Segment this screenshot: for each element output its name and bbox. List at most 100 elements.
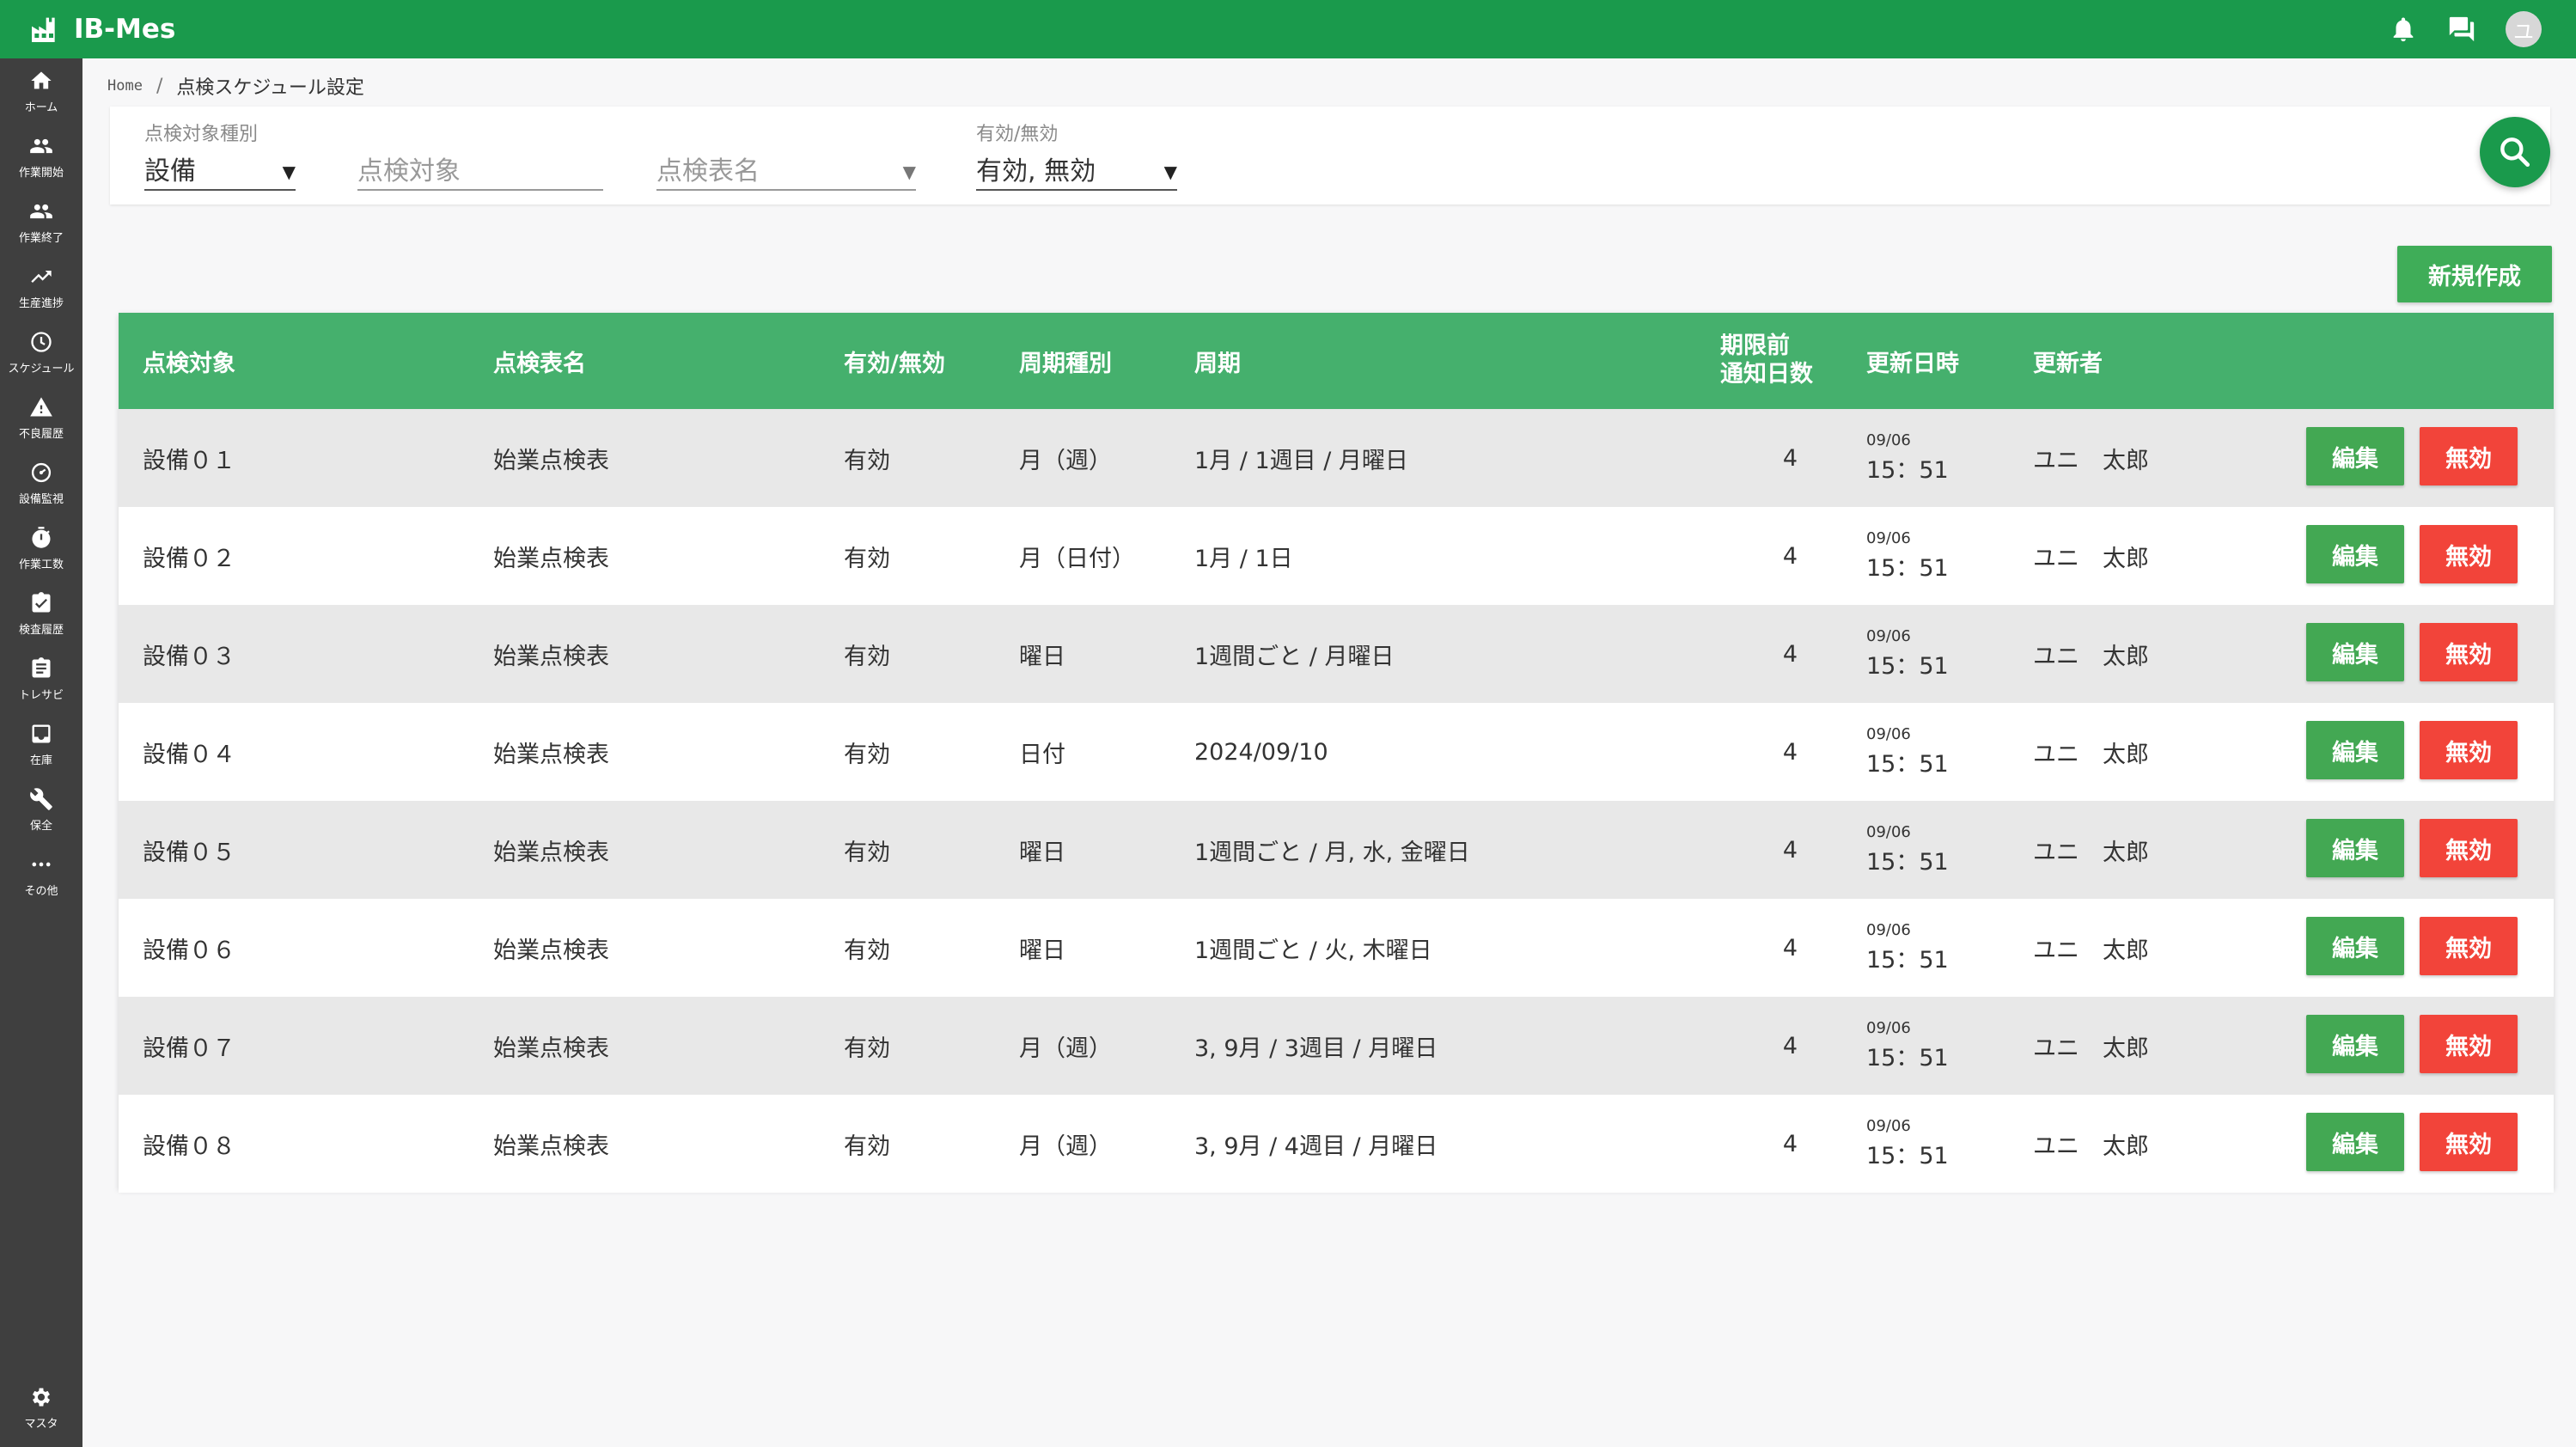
sidebar-item-inspection-history[interactable]: 検査履歴 bbox=[0, 581, 82, 646]
stopwatch-icon bbox=[32, 526, 51, 548]
sidebar-item-other[interactable]: その他 bbox=[0, 842, 82, 907]
invalidate-button[interactable]: 無効 bbox=[2420, 721, 2518, 779]
app-logo[interactable]: IB-Mes bbox=[27, 12, 175, 46]
invalidate-button[interactable]: 無効 bbox=[2420, 917, 2518, 975]
target-input[interactable]: 点検対象 bbox=[357, 107, 603, 205]
cell-notice-days: 4 bbox=[1782, 738, 1798, 766]
cell-notice-days: 4 bbox=[1782, 640, 1798, 668]
sidebar-item-inventory[interactable]: 在庫 bbox=[0, 711, 82, 777]
invalidate-button[interactable]: 無効 bbox=[2420, 819, 2518, 877]
table-row: 設備０１ 始業点検表 有効 月（週） 1月 / 1週目 / 月曜日 4 09/06 15：51… bbox=[119, 409, 2554, 507]
invalidate-button[interactable]: 無効 bbox=[2420, 525, 2518, 583]
invalidate-button[interactable]: 無効 bbox=[2420, 623, 2518, 681]
invalidate-button[interactable]: 無効 bbox=[2420, 1015, 2518, 1073]
edit-button[interactable]: 編集 bbox=[2306, 1113, 2404, 1171]
sidebar-item-maintenance[interactable]: 保全 bbox=[0, 777, 82, 842]
cell-notice-days: 4 bbox=[1782, 444, 1798, 472]
table-header: 点検対象 点検表名 有効/無効 周期種別 周期 期限前 通知日数 更新日時 更新… bbox=[119, 313, 2554, 409]
cell-target: 設備０７ bbox=[143, 1035, 235, 1062]
clipboard-check-icon bbox=[32, 591, 51, 612]
sidebar-item-work-start[interactable]: 作業開始 bbox=[0, 124, 82, 189]
sidebar-item-schedule[interactable]: スケジュール bbox=[0, 320, 82, 385]
cell-target: 設備０８ bbox=[143, 1133, 235, 1160]
updated-date: 09/06 bbox=[1866, 1117, 1911, 1135]
updated-time: 15：51 bbox=[1866, 555, 1949, 582]
sidebar-item-work-end[interactable]: 作業終了 bbox=[0, 189, 82, 254]
cell-updater: ユニ 太郎 bbox=[2033, 741, 2149, 768]
wrench-icon bbox=[30, 787, 52, 810]
caret-down-icon: ▼ bbox=[902, 162, 916, 182]
updated-date: 09/06 bbox=[1866, 725, 1911, 743]
bell-icon[interactable] bbox=[2389, 15, 2418, 44]
cell-notice-days: 4 bbox=[1782, 836, 1798, 864]
sidebar-item-label: 不良履歴 bbox=[18, 427, 64, 441]
cell-target: 設備０６ bbox=[143, 937, 235, 964]
edit-button[interactable]: 編集 bbox=[2306, 525, 2404, 583]
sidebar-item-traceability[interactable]: トレサビ bbox=[0, 646, 82, 711]
edit-button[interactable]: 編集 bbox=[2306, 721, 2404, 779]
cell-validity: 有効 bbox=[844, 447, 890, 474]
sidebar-item-man-hours[interactable]: 作業工数 bbox=[0, 516, 82, 581]
header-updater: 更新者 bbox=[2033, 350, 2103, 377]
more-icon bbox=[32, 862, 51, 866]
sidebar: ホーム 作業開始 作業終了 生産進捗 スケジュール 不良履歴 設備監視 作業工数… bbox=[0, 58, 82, 1447]
edit-button[interactable]: 編集 bbox=[2306, 819, 2404, 877]
sidebar-item-label: マスタ bbox=[24, 1417, 58, 1431]
app-header: IB-Mes ユ bbox=[0, 0, 2576, 58]
factory-logo-icon bbox=[32, 17, 55, 42]
breadcrumb: Home / 点検スケジュール設定 bbox=[107, 72, 364, 100]
caret-down-icon: ▼ bbox=[1163, 162, 1177, 182]
cell-updated-at: 09/06 15：51 bbox=[1866, 1117, 1949, 1170]
table-row: 設備０７ 始業点検表 有効 月（週） 3, 9月 / 3週目 / 月曜日 4 09/06 15… bbox=[119, 997, 2554, 1095]
updated-date: 09/06 bbox=[1866, 921, 1911, 939]
cell-cycle: 3, 9月 / 3週目 / 月曜日 bbox=[1194, 1035, 1438, 1062]
sidebar-item-label: 在庫 bbox=[29, 754, 52, 767]
clipboard-icon bbox=[32, 656, 51, 677]
sidebar-item-master[interactable]: マスタ bbox=[0, 1375, 82, 1440]
sidebar-item-defect-history[interactable]: 不良履歴 bbox=[0, 385, 82, 450]
sheet-name-select[interactable]: 点検表名 ▼ bbox=[656, 107, 916, 205]
target-type-select[interactable]: 点検対象種別 設備 ▼ bbox=[144, 107, 296, 205]
validity-label: 有効/無効 bbox=[976, 124, 1059, 145]
target-type-box[interactable]: 設備 ▼ bbox=[144, 156, 296, 191]
cell-validity: 有効 bbox=[844, 643, 890, 670]
updated-date: 09/06 bbox=[1866, 529, 1911, 547]
validity-value: 有効, 無効 bbox=[976, 156, 1096, 186]
edit-button[interactable]: 編集 bbox=[2306, 1015, 2404, 1073]
target-input-box[interactable]: 点検対象 bbox=[357, 156, 603, 191]
clock-icon bbox=[31, 331, 52, 352]
search-button[interactable] bbox=[2480, 117, 2550, 187]
invalidate-button[interactable]: 無効 bbox=[2420, 427, 2518, 485]
table-row: 設備０３ 始業点検表 有効 曜日 1週間ごと / 月曜日 4 09/06 15：51 ユニ 太郎… bbox=[119, 605, 2554, 703]
caret-down-icon: ▼ bbox=[282, 162, 296, 182]
cell-updated-at: 09/06 15：51 bbox=[1866, 1019, 1949, 1072]
sidebar-item-label: ホーム bbox=[24, 101, 58, 114]
table-row: 設備０４ 始業点検表 有効 日付 2024/09/10 4 09/06 15：51 ユニ 太郎 編… bbox=[119, 703, 2554, 801]
sidebar-item-home[interactable]: ホーム bbox=[0, 58, 82, 124]
user-avatar[interactable]: ユ bbox=[2506, 11, 2542, 47]
cell-sheet: 始業点検表 bbox=[493, 937, 609, 964]
header-notice-days: 期限前 通知日数 bbox=[1720, 313, 1832, 409]
cell-updated-at: 09/06 15：51 bbox=[1866, 431, 1949, 485]
sidebar-item-equipment-monitor[interactable]: 設備監視 bbox=[0, 450, 82, 516]
validity-select[interactable]: 有効/無効 有効, 無効 ▼ bbox=[976, 107, 1177, 205]
invalidate-button[interactable]: 無効 bbox=[2420, 1113, 2518, 1171]
sheet-name-box[interactable]: 点検表名 ▼ bbox=[656, 156, 916, 191]
breadcrumb-home[interactable]: Home bbox=[107, 77, 143, 95]
new-create-button[interactable]: 新規作成 bbox=[2397, 246, 2552, 302]
table-row: 設備０８ 始業点検表 有効 月（週） 3, 9月 / 4週目 / 月曜日 4 09/06 15… bbox=[119, 1095, 2554, 1193]
edit-button[interactable]: 編集 bbox=[2306, 427, 2404, 485]
updated-date: 09/06 bbox=[1866, 627, 1911, 645]
sidebar-item-progress[interactable]: 生産進捗 bbox=[0, 254, 82, 320]
chat-icon[interactable] bbox=[2447, 15, 2476, 44]
cell-updater: ユニ 太郎 bbox=[2033, 937, 2149, 964]
edit-button[interactable]: 編集 bbox=[2306, 917, 2404, 975]
cell-sheet: 始業点検表 bbox=[493, 1035, 609, 1062]
updated-date: 09/06 bbox=[1866, 431, 1911, 449]
sheet-name-placeholder: 点検表名 bbox=[656, 156, 760, 186]
edit-button[interactable]: 編集 bbox=[2306, 623, 2404, 681]
cell-notice-days: 4 bbox=[1782, 934, 1798, 962]
cell-updated-at: 09/06 15：51 bbox=[1866, 921, 1949, 974]
header-validity: 有効/無効 bbox=[844, 350, 945, 377]
validity-box[interactable]: 有効, 無効 ▼ bbox=[976, 156, 1177, 191]
